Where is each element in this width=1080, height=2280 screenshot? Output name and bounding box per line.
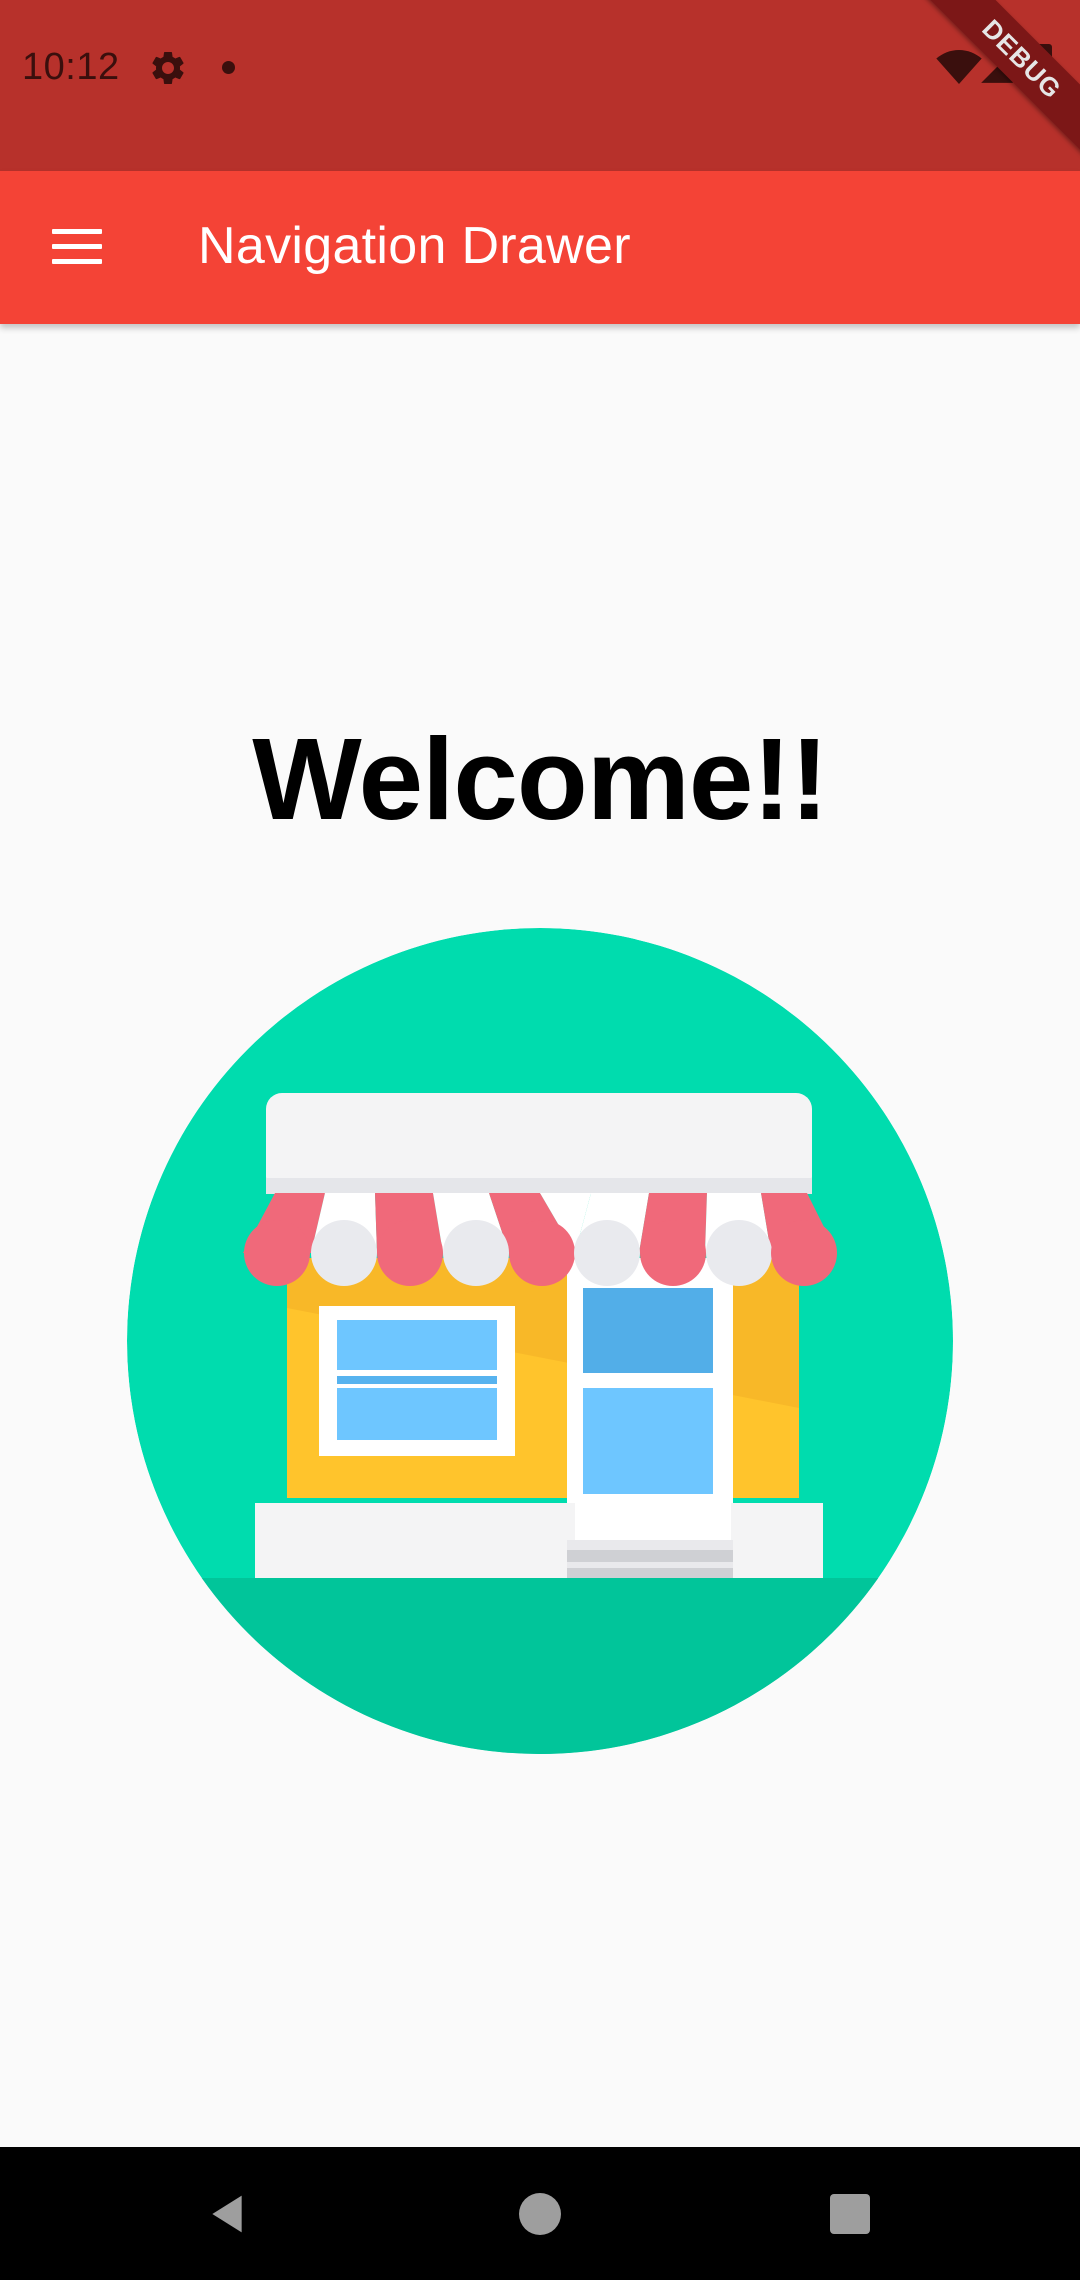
screen: 10:12 DEBUG Navigation Drawer Welcome!! (0, 0, 1080, 2280)
menu-button[interactable] (36, 207, 116, 287)
status-bar: 10:12 DEBUG (0, 0, 1080, 171)
status-time: 10:12 (22, 46, 120, 88)
signal-icon (981, 51, 1013, 83)
app-bar-title: Navigation Drawer (198, 217, 631, 275)
system-nav-bar (0, 2147, 1080, 2280)
app-bar: Navigation Drawer (0, 171, 1080, 324)
back-icon[interactable] (205, 2192, 249, 2236)
gear-icon (152, 51, 184, 84)
notification-dot-icon (222, 61, 235, 74)
welcome-heading: Welcome!! (252, 714, 828, 844)
battery-icon (1030, 44, 1052, 86)
recents-icon[interactable] (830, 2194, 870, 2234)
storefront-illustration (127, 928, 953, 1754)
wifi-icon (936, 50, 982, 84)
home-icon[interactable] (519, 2193, 561, 2235)
